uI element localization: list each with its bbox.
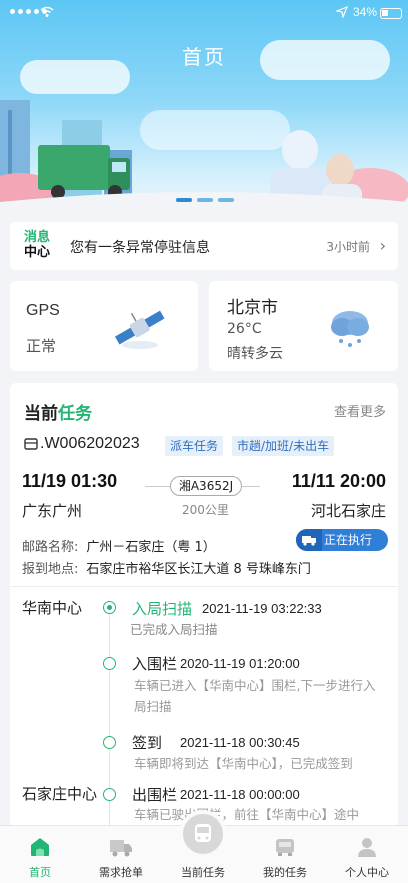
task-category-tag: 市趟/加班/未出车	[232, 436, 335, 456]
hero-banner[interactable]: 34% 首页	[0, 0, 408, 225]
status-bar: 34%	[0, 0, 408, 26]
nav-item-profile[interactable]: 个人中心	[327, 826, 407, 883]
destination-city: 河北石家庄	[310, 502, 386, 520]
timeline-hub: 华南中心	[22, 599, 83, 617]
home-icon	[31, 838, 49, 856]
message-time: 3小时前	[326, 240, 370, 254]
task-title-prefix: 当前	[24, 404, 58, 424]
depart-time: 11/19 01:30	[22, 471, 118, 491]
current-task-card: 当前任务 查看更多 .W006202023 派车任务 市趟/加班/未出车 11/…	[10, 383, 398, 843]
bottom-nav: 首页 需求抢单 当前任务 我的任务 个人中心	[0, 810, 408, 883]
rain-cloud-icon	[331, 311, 369, 347]
report-location-label: 报到地点:	[22, 562, 79, 577]
user-icon	[358, 838, 376, 857]
gps-label: GPS	[26, 302, 60, 319]
timeline-time: 2021-11-18 00:30:45	[180, 735, 300, 750]
route-distance: 200公里	[182, 503, 229, 517]
wifi-icon	[40, 6, 54, 17]
view-more-link[interactable]: 查看更多	[334, 401, 386, 420]
timeline-node	[103, 657, 116, 670]
gps-status: 正常	[26, 337, 57, 355]
task-car-icon	[276, 839, 294, 856]
timeline-desc: 车辆已进入【华南中心】围栏,下一步进行入局扫描	[134, 678, 376, 714]
origin-city: 广东广州	[22, 502, 83, 520]
weather-card[interactable]: 北京市 26°C 晴转多云	[209, 281, 398, 371]
weather-temperature: 26°C	[227, 321, 262, 337]
route-name-row: 邮路名称: 广州－石家庄（粤 1）	[22, 536, 216, 555]
nav-label: 首页	[29, 866, 51, 879]
running-truck-icon	[296, 529, 322, 551]
truck-icon	[110, 840, 132, 857]
timeline-hub: 石家庄中心	[22, 785, 98, 803]
timeline-event: 入局扫描	[132, 600, 193, 618]
timeline-node-active	[103, 601, 116, 614]
location-arrow-icon	[336, 6, 348, 18]
gps-card[interactable]: GPS 正常	[10, 281, 198, 371]
vehicle-plate: 湘A3652J	[170, 476, 242, 496]
timeline-node	[103, 788, 116, 801]
chevron-right-icon: ›	[379, 236, 386, 255]
weather-city: 北京市	[227, 298, 278, 318]
timeline-line	[109, 611, 110, 843]
message-tag-line2: 中心	[24, 245, 51, 260]
status-text: 正在执行	[324, 533, 373, 547]
timeline-event: 签到	[132, 734, 163, 752]
waybill-number: .W006202023	[40, 435, 140, 452]
task-section-title: 当前任务	[24, 399, 92, 424]
message-center-tag: 消息 中心	[24, 230, 50, 260]
nav-label: 个人中心	[345, 866, 389, 879]
waybill-icon	[24, 438, 38, 450]
nav-label: 当前任务	[181, 866, 225, 879]
report-location-row: 报到地点: 石家庄市裕华区长江大道 8 号珠峰东门	[22, 558, 311, 577]
timeline-desc: 车辆已驶出围栏，前往【华南中心】途中	[134, 807, 360, 822]
timeline-time: 2021-11-19 03:22:33	[202, 601, 322, 616]
timeline-event: 入围栏	[132, 655, 178, 673]
nav-item-home[interactable]: 首页	[0, 826, 80, 883]
divider	[10, 586, 398, 587]
timeline-time: 2020-11-19 01:20:00	[180, 656, 300, 671]
timeline-time: 2021-11-18 00:00:00	[180, 787, 300, 802]
report-location-value: 石家庄市裕华区长江大道 8 号珠峰东门	[86, 562, 311, 577]
waybill[interactable]: .W006202023	[24, 435, 140, 453]
weather-description: 晴转多云	[227, 346, 283, 362]
timeline-desc: 车辆即将到达【华南中心】，已完成签到	[134, 756, 353, 771]
nav-item-my-tasks[interactable]: 我的任务	[245, 826, 325, 883]
page-title: 首页	[182, 45, 226, 69]
nav-label: 我的任务	[263, 866, 307, 879]
message-text: 您有一条异常停驻信息	[70, 240, 210, 256]
timeline-node	[103, 736, 116, 749]
nav-item-current-task[interactable]: 当前任务	[163, 810, 243, 883]
task-title-highlight: 任务	[58, 404, 92, 424]
battery-icon	[380, 8, 402, 19]
route-name-value: 广州－石家庄（粤 1）	[86, 540, 216, 555]
bus-icon	[179, 810, 227, 858]
arrive-time: 11/11 20:00	[291, 471, 386, 491]
satellite-icon	[114, 310, 165, 349]
nav-label: 需求抢单	[99, 866, 143, 879]
timeline-event: 出围栏	[132, 786, 178, 804]
route-name-label: 邮路名称:	[22, 540, 79, 555]
nav-item-orders[interactable]: 需求抢单	[81, 826, 161, 883]
message-center-card[interactable]: 消息 中心 您有一条异常停驻信息 3小时前 ›	[10, 222, 398, 270]
banner-illustration	[0, 100, 408, 225]
status-badge: 正在执行	[296, 529, 388, 551]
task-type-tag: 派车任务	[165, 436, 224, 456]
carousel-indicator[interactable]	[176, 198, 234, 202]
message-tag-line1: 消息	[24, 230, 51, 245]
battery-text: 34%	[353, 5, 378, 19]
timeline-desc: 已完成入局扫描	[130, 622, 218, 637]
